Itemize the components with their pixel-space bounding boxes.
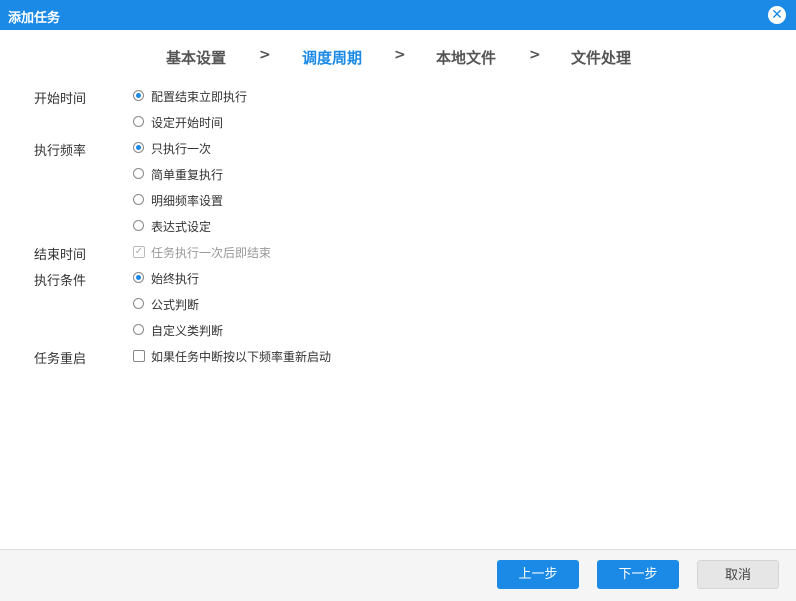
option-label: 配置结束立即执行 (151, 90, 248, 104)
step-schedule-cycle[interactable]: 调度周期 (302, 47, 362, 68)
restart-checkbox[interactable] (133, 350, 145, 362)
radio-button[interactable] (133, 324, 144, 335)
radio-button[interactable] (133, 142, 144, 153)
option-label: 自定义类判断 (151, 324, 224, 338)
radio-button[interactable] (133, 194, 144, 205)
dialog-footer: 上一步 下一步 取消 (0, 549, 796, 601)
checkbox-checked-disabled: ✓ (133, 246, 145, 258)
title-bar: 添加任务 ✕ (0, 0, 796, 30)
step-separator: > (259, 47, 271, 63)
option-label: 始终执行 (151, 272, 200, 286)
radio-button[interactable] (133, 272, 144, 283)
option-label: 简单重复执行 (151, 168, 224, 182)
option-label: 明细频率设置 (151, 194, 224, 208)
option-label: 公式判断 (151, 298, 200, 312)
step-separator: > (394, 47, 406, 63)
radio-button[interactable] (133, 90, 144, 101)
radio-button[interactable] (133, 168, 144, 179)
start-time-label: 开始时间 (34, 92, 87, 107)
next-step-button[interactable]: 下一步 (597, 560, 679, 589)
checkbox-label: 任务执行一次后即结束 (151, 246, 272, 260)
radio-button[interactable] (133, 220, 144, 231)
option-label: 表达式设定 (151, 220, 212, 234)
add-task-dialog: 添加任务 ✕ 基本设置 > 调度周期 > 本地文件 > 文件处理 开始时间 配置… (0, 0, 796, 601)
close-icon[interactable]: ✕ (768, 6, 786, 24)
cancel-button[interactable]: 取消 (697, 560, 779, 589)
prev-step-button[interactable]: 上一步 (497, 560, 579, 589)
step-basic-settings[interactable]: 基本设置 (166, 47, 226, 68)
radio-button[interactable] (133, 116, 144, 127)
frequency-label: 执行频率 (34, 144, 87, 159)
step-file-processing[interactable]: 文件处理 (571, 47, 631, 68)
restart-label: 任务重启 (34, 352, 87, 367)
step-separator: > (529, 47, 541, 63)
option-label: 设定开始时间 (151, 116, 224, 130)
step-navigation: 基本设置 > 调度周期 > 本地文件 > 文件处理 (0, 47, 796, 67)
end-time-label: 结束时间 (34, 248, 87, 263)
condition-label: 执行条件 (34, 274, 87, 289)
dialog-title: 添加任务 (8, 11, 61, 26)
option-label: 只执行一次 (151, 142, 212, 156)
checkbox-label: 如果任务中断按以下频率重新启动 (151, 350, 332, 364)
step-local-files[interactable]: 本地文件 (436, 47, 496, 68)
radio-button[interactable] (133, 298, 144, 309)
